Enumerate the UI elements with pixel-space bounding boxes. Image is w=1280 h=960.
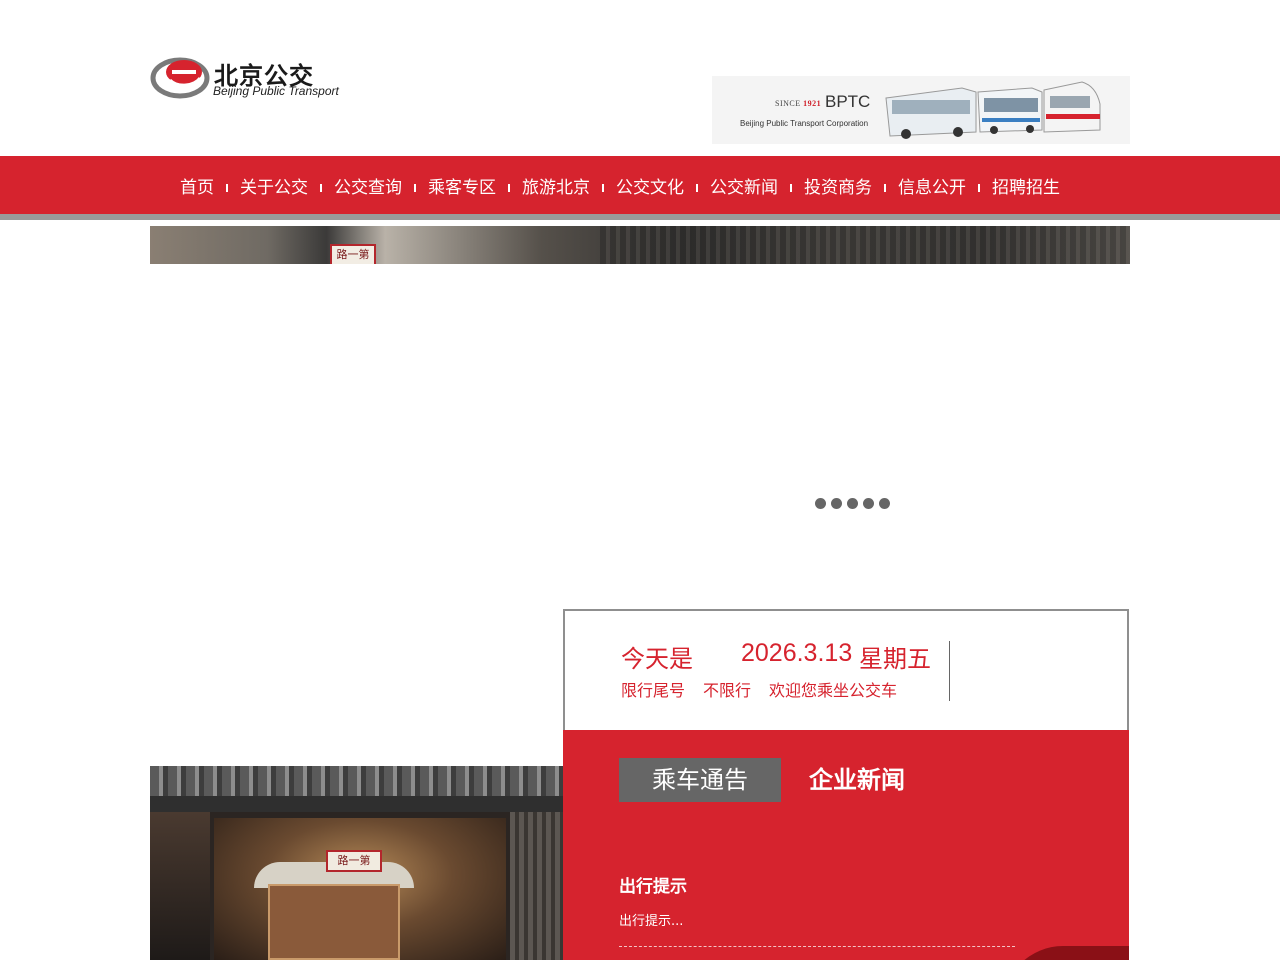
nav-item-disclosure[interactable]: 信息公开 (886, 173, 978, 198)
today-label: 今天是 (621, 645, 693, 673)
photo-eave (150, 796, 564, 812)
date-info-panel: 今天是 2026.3.13 星期五 限行尾号 不限行 欢迎您乘坐公交车 (563, 609, 1129, 730)
bus-vehicles-icon (885, 81, 1101, 139)
logo-title-en: Beijing Public Transport (213, 84, 339, 98)
tab-notices[interactable]: 乘车通告 (619, 758, 781, 802)
welcome-text: 欢迎您乘坐公交车 (769, 681, 898, 700)
logo-emblem-icon (150, 57, 210, 99)
nav-item-home[interactable]: 首页 (168, 173, 226, 198)
nav-item-about[interactable]: 关于公交 (228, 173, 320, 198)
nav-item-culture[interactable]: 公交文化 (604, 173, 696, 198)
today-weekday: 星期五 (859, 645, 931, 673)
nav-item-bus-query[interactable]: 公交查询 (322, 173, 414, 198)
hero-roof-tiles (600, 226, 1130, 264)
restriction-label: 限行尾号 (621, 681, 686, 700)
photo-wall-right (510, 812, 564, 960)
nav-item-passenger[interactable]: 乘客专区 (416, 173, 508, 198)
nav-item-business[interactable]: 投资商务 (792, 173, 884, 198)
header-banner: SINCE 1921 BPTC Beijing Public Transport… (712, 76, 1130, 144)
slider-dot[interactable] (879, 498, 890, 509)
news-divider (619, 946, 1015, 947)
tab-company-news[interactable]: 企业新闻 (809, 758, 905, 802)
slider-dot[interactable] (847, 498, 858, 509)
slider-dots (815, 498, 890, 509)
feature-photo[interactable]: 路一第 (150, 766, 564, 960)
main-nav: 首页 关于公交 公交查询 乘客专区 旅游北京 公交文化 公交新闻 投资商务 信息… (0, 156, 1280, 220)
photo-wall-left (150, 812, 210, 960)
slider-dot[interactable] (863, 498, 874, 509)
today-date: 2026.3.13 (741, 639, 853, 667)
hero-slider-image[interactable]: 路一第 (150, 226, 1130, 264)
banner-abbr: BPTC (825, 92, 871, 111)
restriction-row: 限行尾号 不限行 欢迎您乘坐公交车 (621, 677, 897, 701)
nav-item-recruitment[interactable]: 招聘招生 (980, 173, 1072, 198)
photo-roof-tiles (150, 766, 564, 796)
slider-dot[interactable] (815, 498, 826, 509)
panel-corner-decoration (1003, 946, 1129, 960)
news-item-desc[interactable]: 出行提示... (619, 910, 683, 929)
banner-since: SINCE 1921 (775, 99, 822, 108)
hero-sign: 路一第 (330, 244, 376, 264)
news-panel: 乘车通告 企业新闻 出行提示 出行提示... (563, 730, 1129, 960)
photo-ticket-booth (268, 884, 400, 960)
site-logo[interactable]: 北京公交 Beijing Public Transport (150, 50, 370, 102)
slider-dot[interactable] (831, 498, 842, 509)
nav-item-tourism[interactable]: 旅游北京 (510, 173, 602, 198)
restriction-value: 不限行 (703, 681, 752, 700)
news-item-title[interactable]: 出行提示 (619, 872, 687, 897)
photo-sign: 路一第 (326, 850, 382, 872)
nav-item-news[interactable]: 公交新闻 (698, 173, 790, 198)
info-divider (949, 641, 950, 701)
banner-corp-name: Beijing Public Transport Corporation (740, 119, 869, 128)
